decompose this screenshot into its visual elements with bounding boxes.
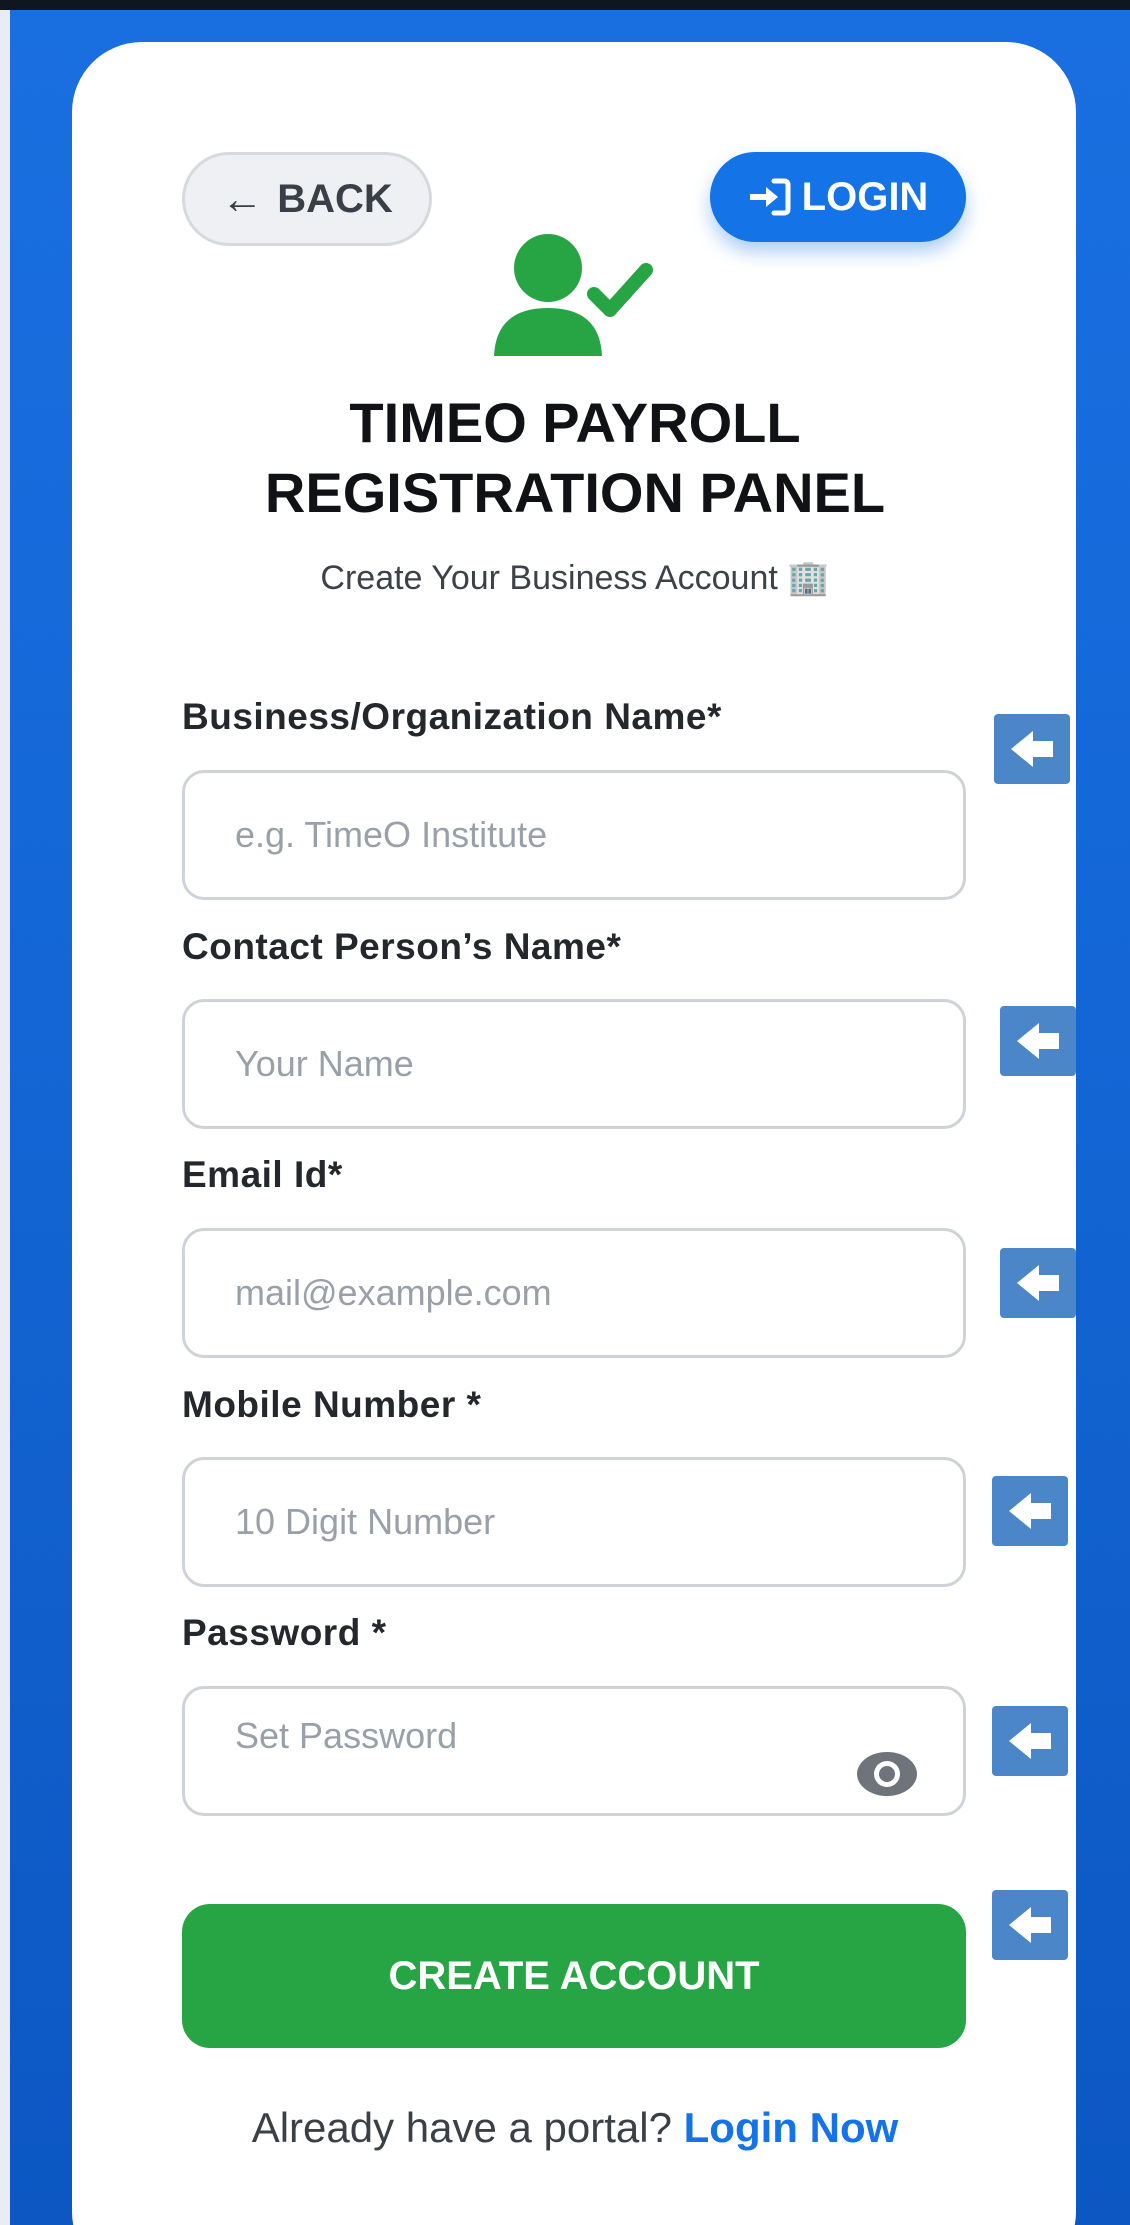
arrow-left-icon [1009,1493,1051,1529]
arrow-left-icon [1009,1907,1051,1943]
login-prompt-text: Already have a portal? [251,2104,672,2151]
contact-name-field [182,999,966,1129]
registration-card [72,42,1076,2225]
login-now-link[interactable]: Login Now [684,2104,899,2151]
page-title: TIMEO PAYROLL REGISTRATION PANEL [180,388,970,528]
mobile-input[interactable] [185,1460,963,1584]
page-subtitle: Create Your Business Account 🏢 [320,559,830,597]
eye-icon[interactable] [855,1749,919,1799]
password-field [182,1686,966,1816]
email-input[interactable] [185,1231,963,1355]
contact-name-label: Contact Person’s Name* [182,926,622,967]
arrow-left-icon [1009,1723,1051,1759]
login-button[interactable]: LOGIN [710,152,966,242]
create-account-button[interactable]: CREATE ACCOUNT [182,1904,966,2048]
user-check-icon [494,234,653,356]
left-edge [0,10,10,2225]
business-name-label: Business/Organization Name* [182,696,722,737]
arrow-left-icon [1017,1023,1059,1059]
back-button-label: BACK [277,176,393,221]
mobile-label: Mobile Number * [182,1384,482,1425]
mobile-field [182,1457,966,1587]
sign-in-icon [749,178,791,216]
email-label: Email Id* [182,1154,343,1195]
top-border [0,0,1130,10]
title-line-1: TIMEO PAYROLL [349,391,801,454]
side-arrow-1 [994,714,1070,784]
login-prompt: Already have a portal? Login Now [180,2104,970,2152]
back-button[interactable]: ← BACK [182,152,432,246]
arrow-left-icon [1017,1265,1059,1301]
login-button-label: LOGIN [801,174,929,219]
arrow-left-icon: ← [221,175,264,222]
side-arrow-3 [1000,1248,1076,1318]
side-arrow-4 [992,1476,1068,1546]
side-arrow-5 [992,1706,1068,1776]
email-field [182,1228,966,1358]
business-name-field [182,770,966,900]
contact-name-input[interactable] [185,1002,963,1126]
title-line-2: REGISTRATION PANEL [264,461,886,524]
business-name-input[interactable] [185,773,963,897]
password-input[interactable] [185,1689,963,1813]
create-account-label: CREATE ACCOUNT [388,1953,760,1998]
arrow-left-icon [1011,731,1053,767]
password-label: Password * [182,1612,387,1653]
side-arrow-2 [1000,1006,1076,1076]
side-arrow-6 [992,1890,1068,1960]
